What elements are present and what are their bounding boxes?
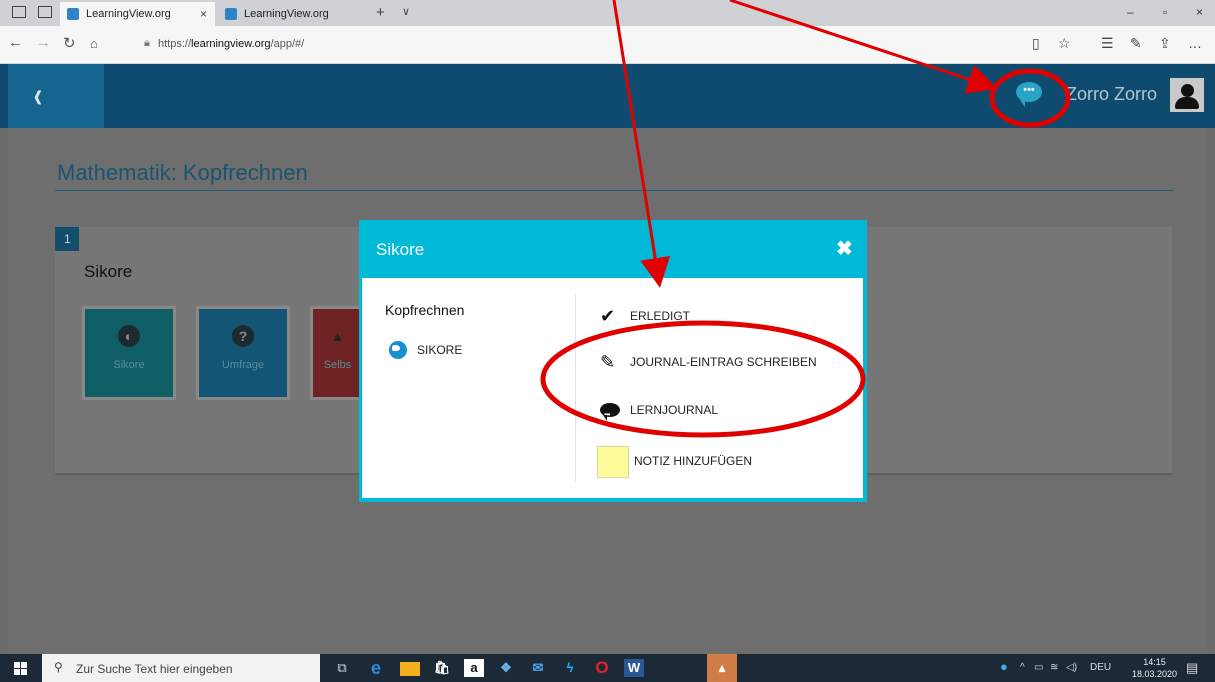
store-icon[interactable]: 🛍︎ [432,659,452,677]
globe-icon: ◐ [118,325,140,347]
app-icon[interactable]: ϟ [560,659,580,677]
taskbar: ⚲ Zur Suche Text hier eingeben ⧉ e 🛍︎ a … [0,654,1215,682]
home-icon[interactable]: ⌂ [90,36,98,51]
task-view-icon[interactable]: ⧉ [332,659,352,677]
battery-icon[interactable]: ▭ [1034,662,1043,673]
username[interactable]: Zorro Zorro [1066,84,1157,105]
share-icon[interactable]: ⇪ [1159,35,1171,52]
course-name: Kopfrechnen [385,302,465,318]
opera-icon[interactable]: O [592,659,612,677]
checkmark-icon: ✔ [600,306,616,326]
mail-icon[interactable]: ✉ [528,659,548,677]
favicon-icon [67,8,79,20]
word-icon[interactable]: W [624,659,644,677]
windows-start-icon[interactable] [14,662,27,675]
browser-tab-bar: LearningView.org × LearningView.org + ∨ … [0,0,1215,26]
tab-label: LearningView.org [86,8,171,20]
tile-label: Umfrage [221,359,265,371]
url-path: /app/#/ [270,38,305,50]
notifications-icon[interactable]: ▤ [1186,660,1198,676]
tray-chevron-icon[interactable]: ^ [1020,662,1025,673]
activity-label: SIKORE [417,343,463,357]
journal-entry-label: JOURNAL-EINTRAG SCHREIBEN [630,355,817,369]
pencil-icon: ✎ [600,352,616,372]
address-bar-row: ← → ↻ ⌂ 🔒︎ https://learningview.org/app/… [0,26,1215,64]
learning-journal-label: LERNJOURNAL [630,403,719,417]
done-button[interactable]: ✔ ERLEDIGT [600,306,690,326]
search-icon: ⚲ [54,660,63,674]
url-prefix: https:// [158,38,192,50]
user-icon [1181,84,1194,97]
volume-icon[interactable]: ◁) [1066,662,1077,673]
tile-label: Selbs [323,359,352,371]
more-icon[interactable]: … [1188,35,1202,51]
activity-modal: Sikore ✖ Kopfrechnen SIKORE ✔ ERLEDIGT ✎… [359,220,867,502]
question-icon: ? [232,325,254,347]
tile-umfrage[interactable]: ? Umfrage [196,306,290,400]
browser-tab-2[interactable]: LearningView.org [218,2,373,26]
pen-icon[interactable]: ✎ [1130,35,1142,52]
modal-title: Sikore [376,240,425,259]
tile-label: Sikore [113,359,145,371]
tab-back-icon[interactable] [38,6,52,18]
modal-header: Sikore ✖ [359,220,867,278]
modal-body: Kopfrechnen SIKORE ✔ ERLEDIGT ✎ JOURNAL-… [362,278,863,498]
user-icon-body [1175,97,1199,109]
title-divider [55,190,1173,191]
tile-selbst[interactable]: ▲ Selbs [310,306,362,400]
page-title: Mathematik: Kopfrechnen [57,160,308,185]
browser-tab-1[interactable]: LearningView.org × [60,2,215,26]
activity-sikore[interactable]: SIKORE [389,341,462,361]
clock-date: 18.03.2020 [1132,669,1178,679]
journal-entry-button[interactable]: ✎ JOURNAL-EINTRAG SCHREIBEN [600,352,817,372]
search-placeholder: Zur Suche Text hier eingeben [76,662,233,676]
refresh-icon[interactable]: ↻ [63,34,76,52]
amazon-icon[interactable]: a [464,659,484,677]
language-indicator[interactable]: DEU [1090,662,1111,673]
favicon-icon [225,8,237,20]
file-explorer-icon[interactable] [400,662,420,676]
reading-view-icon[interactable]: ▯ [1032,35,1040,52]
card-title: Sikore [84,262,133,281]
maximize-button[interactable]: ▫ [1163,5,1167,19]
minimize-button[interactable]: – [1127,5,1134,19]
edge-icon[interactable]: e [366,659,386,677]
close-icon[interactable]: ✖ [836,236,853,261]
tab-actions-icon[interactable] [12,6,26,18]
graduation-cap-icon: ▲ [330,328,345,344]
add-note-button[interactable]: NOTIZ HINZUFÜGEN [634,454,752,468]
tab-close-icon[interactable]: × [200,7,207,21]
favorites-list-icon[interactable]: ☰ [1101,35,1114,52]
taskbar-search-input[interactable]: ⚲ Zur Suche Text hier eingeben [42,654,320,682]
sticky-note-icon[interactable] [597,446,629,478]
forward-arrow-icon[interactable]: → [36,34,51,51]
close-window-button[interactable]: × [1196,5,1203,19]
clock-time: 14:15 [1143,657,1166,667]
chevron-left-icon: ‹ [33,74,43,115]
clock[interactable]: 14:15 18.03.2020 [1132,656,1177,680]
tab-menu-chevron-icon[interactable]: ∨ [402,5,410,18]
photos-icon[interactable]: ▴ [707,654,737,682]
card-number-badge: 1 [55,227,79,251]
tile-sikore[interactable]: ◐ Sikore [82,306,176,400]
course-card-right [860,227,1172,475]
back-button[interactable]: ‹ [8,64,104,128]
back-arrow-icon[interactable]: ← [8,34,23,51]
tab-label: LearningView.org [244,8,329,20]
dropbox-icon[interactable]: ❖ [496,659,516,677]
url-field[interactable]: https://learningview.org/app/#/ [158,38,304,50]
favorite-star-icon[interactable]: ☆ [1058,35,1071,52]
wifi-icon[interactable]: ≋ [1050,662,1058,673]
help-icon[interactable]: ● [1000,659,1008,674]
url-host: learningview.org [191,38,271,50]
avatar[interactable] [1170,78,1204,112]
comment-icon: ••• [600,403,620,421]
globe-icon [389,341,407,359]
done-label: ERLEDIGT [630,309,691,323]
chat-icon[interactable]: ••• [1016,82,1042,107]
lock-icon: 🔒︎ [144,37,150,49]
column-divider [575,294,576,482]
learning-journal-button[interactable]: ••• LERNJOURNAL [600,400,719,421]
new-tab-button[interactable]: + [376,4,385,21]
